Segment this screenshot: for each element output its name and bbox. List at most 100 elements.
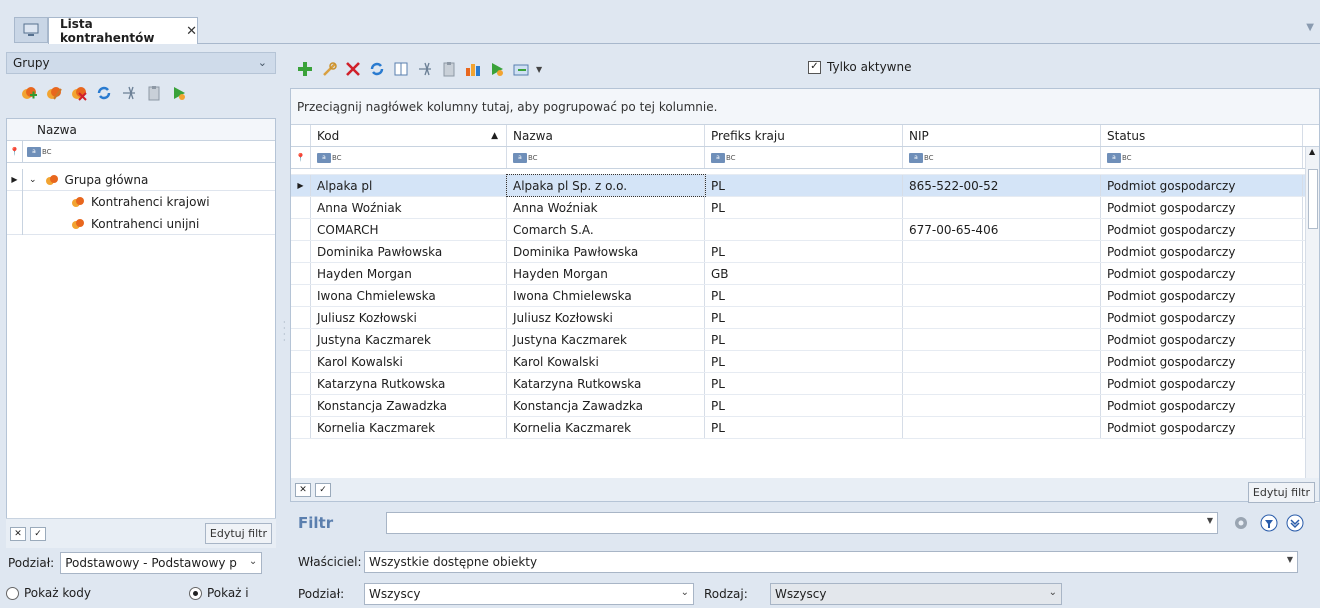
cell-status[interactable]: Podmiot gospodarczy [1101, 373, 1303, 394]
cell-nip[interactable] [903, 395, 1101, 416]
cell-prefiks[interactable]: PL [705, 197, 903, 218]
cell-nip[interactable] [903, 241, 1101, 262]
cell-nip[interactable] [903, 307, 1101, 328]
cell-status[interactable]: Podmiot gospodarczy [1101, 395, 1303, 416]
cell-nip[interactable] [903, 285, 1101, 306]
cell-kod[interactable]: Iwona Chmielewska [311, 285, 507, 306]
cell-prefiks[interactable]: PL [705, 329, 903, 350]
cell-prefiks[interactable] [705, 219, 903, 240]
rodzaj-select[interactable]: Wszyscy ⌄ [770, 583, 1062, 605]
panel-splitter[interactable]: · · · · [283, 319, 287, 345]
cell-nip[interactable] [903, 329, 1101, 350]
show-names-radio[interactable] [188, 586, 202, 600]
cell-status[interactable]: Podmiot gospodarczy [1101, 417, 1303, 438]
table-row[interactable]: Karol Kowalski Karol Kowalski PL Podmiot go… [291, 351, 1319, 373]
owner-select[interactable]: Wszystkie dostępne obiekty ▼ [364, 551, 1298, 573]
cell-nip[interactable] [903, 351, 1101, 372]
paste-icon[interactable] [145, 84, 163, 102]
table-row[interactable]: ▶ Alpaka pl Alpaka pl Sp. z o.o. PL 865-522-… [291, 174, 1319, 197]
column-nazwa[interactable]: Nazwa [507, 125, 705, 146]
chevron-down-icon[interactable]: ⌄ [681, 587, 689, 598]
filter-funnel-icon[interactable] [1260, 514, 1278, 532]
expand-filter-icon[interactable] [1286, 514, 1304, 532]
show-names-label[interactable]: Pokaż i [207, 586, 249, 600]
tree-column-header[interactable]: Nazwa [7, 119, 275, 141]
collapse-icon[interactable]: ⌄ [29, 175, 37, 185]
gear-icon[interactable] [1232, 514, 1250, 532]
edit-icon[interactable] [320, 60, 338, 78]
podzial-select[interactable]: Wszyscy ⌄ [364, 583, 694, 605]
chevron-down-icon[interactable]: ⌄ [258, 56, 267, 69]
cell-kod[interactable]: Dominika Pawłowska [311, 241, 507, 262]
filter-input[interactable]: ▼ [386, 512, 1218, 534]
table-row[interactable]: COMARCH Comarch S.A. 677-00-65-406 Podmiot … [291, 219, 1319, 241]
tab-close-icon[interactable]: ✕ [186, 24, 197, 39]
filter-dropdown-icon[interactable]: ▼ [1207, 516, 1213, 525]
cell-nazwa[interactable]: Karol Kowalski [507, 351, 705, 372]
clear-filter-icon[interactable]: ✕ [10, 526, 26, 541]
cell-status[interactable]: Podmiot gospodarczy [1101, 329, 1303, 350]
cell-nazwa[interactable]: Anna Woźniak [507, 197, 705, 218]
column-kod[interactable]: Kod ▲ [311, 125, 507, 146]
table-row[interactable]: Katarzyna Rutkowska Katarzyna Rutkowska PL… [291, 373, 1319, 395]
cell-nazwa[interactable]: Kornelia Kaczmarek [507, 417, 705, 438]
add-group-icon[interactable] [20, 84, 38, 102]
tab-lista-kontrahentow[interactable]: Lista kontrahentów ✕ [48, 17, 198, 45]
export-icon[interactable] [512, 60, 530, 78]
podzial-select[interactable]: Podstawowy - Podstawowy p ⌄ [60, 552, 263, 574]
filter-cell-kod[interactable]: a BC [311, 147, 507, 168]
cell-kod[interactable]: Juliusz Kozłowski [311, 307, 507, 328]
cut-icon[interactable] [416, 60, 434, 78]
table-row[interactable]: Hayden Morgan Hayden Morgan GB Podmiot gosp… [291, 263, 1319, 285]
cell-nazwa[interactable]: Katarzyna Rutkowska [507, 373, 705, 394]
cell-kod[interactable]: Anna Woźniak [311, 197, 507, 218]
chart-icon[interactable] [464, 60, 482, 78]
groups-header[interactable]: Grupy ⌄ [6, 52, 276, 74]
cell-nazwa[interactable]: Dominika Pawłowska [507, 241, 705, 262]
cell-nip[interactable]: 865-522-00-52 [903, 175, 1101, 196]
cell-status[interactable]: Podmiot gospodarczy [1101, 307, 1303, 328]
owner-dropdown-icon[interactable]: ▼ [1287, 555, 1293, 564]
cell-nip[interactable] [903, 373, 1101, 394]
refresh-icon[interactable] [95, 84, 113, 102]
cell-prefiks[interactable]: PL [705, 373, 903, 394]
tree-node-unijni[interactable]: Kontrahenci unijni [7, 212, 275, 235]
cell-kod[interactable]: Katarzyna Rutkowska [311, 373, 507, 394]
cell-nip[interactable] [903, 197, 1101, 218]
home-tab-icon[interactable] [14, 17, 48, 43]
chevron-down-icon[interactable]: ⌄ [249, 556, 257, 567]
show-codes-radio[interactable] [6, 586, 19, 600]
cell-prefiks[interactable]: PL [705, 417, 903, 438]
filter-enable-checkbox[interactable]: ✓ [30, 526, 46, 541]
filter-cell-prefiks[interactable]: a BC [705, 147, 903, 168]
show-codes-label[interactable]: Pokaż kody [24, 586, 91, 600]
text-filter-icon[interactable]: a BC [27, 146, 52, 157]
cell-nazwa[interactable]: Konstancja Zawadzka [507, 395, 705, 416]
cell-status[interactable]: Podmiot gospodarczy [1101, 175, 1303, 196]
cell-status[interactable]: Podmiot gospodarczy [1101, 219, 1303, 240]
cell-nazwa[interactable]: Hayden Morgan [507, 263, 705, 284]
cell-nazwa[interactable]: Comarch S.A. [507, 219, 705, 240]
book-icon[interactable] [392, 60, 410, 78]
table-row[interactable]: Anna Woźniak Anna Woźniak PL Podmiot gospod… [291, 197, 1319, 219]
tab-list-dropdown-icon[interactable]: ▼ [1306, 22, 1314, 33]
cell-kod[interactable]: Kornelia Kaczmarek [311, 417, 507, 438]
cell-nazwa[interactable]: Alpaka pl Sp. z o.o. [506, 174, 706, 197]
table-row[interactable]: Justyna Kaczmarek Justyna Kaczmarek PL Podm… [291, 329, 1319, 351]
cell-nip[interactable] [903, 417, 1101, 438]
delete-group-icon[interactable] [70, 84, 88, 102]
run-icon[interactable] [170, 84, 188, 102]
cell-prefiks[interactable]: PL [705, 395, 903, 416]
cell-prefiks[interactable]: GB [705, 263, 903, 284]
cut-icon[interactable] [120, 84, 138, 102]
cell-nazwa[interactable]: Juliusz Kozłowski [507, 307, 705, 328]
export-dropdown-icon[interactable]: ▼ [536, 65, 542, 74]
cell-prefiks[interactable]: PL [705, 175, 903, 196]
cell-status[interactable]: Podmiot gospodarczy [1101, 351, 1303, 372]
edit-group-icon[interactable] [45, 84, 63, 102]
refresh-icon[interactable] [368, 60, 386, 78]
cell-kod[interactable]: COMARCH [311, 219, 507, 240]
cell-prefiks[interactable]: PL [705, 285, 903, 306]
cell-nazwa[interactable]: Justyna Kaczmarek [507, 329, 705, 350]
column-status[interactable]: Status [1101, 125, 1303, 146]
